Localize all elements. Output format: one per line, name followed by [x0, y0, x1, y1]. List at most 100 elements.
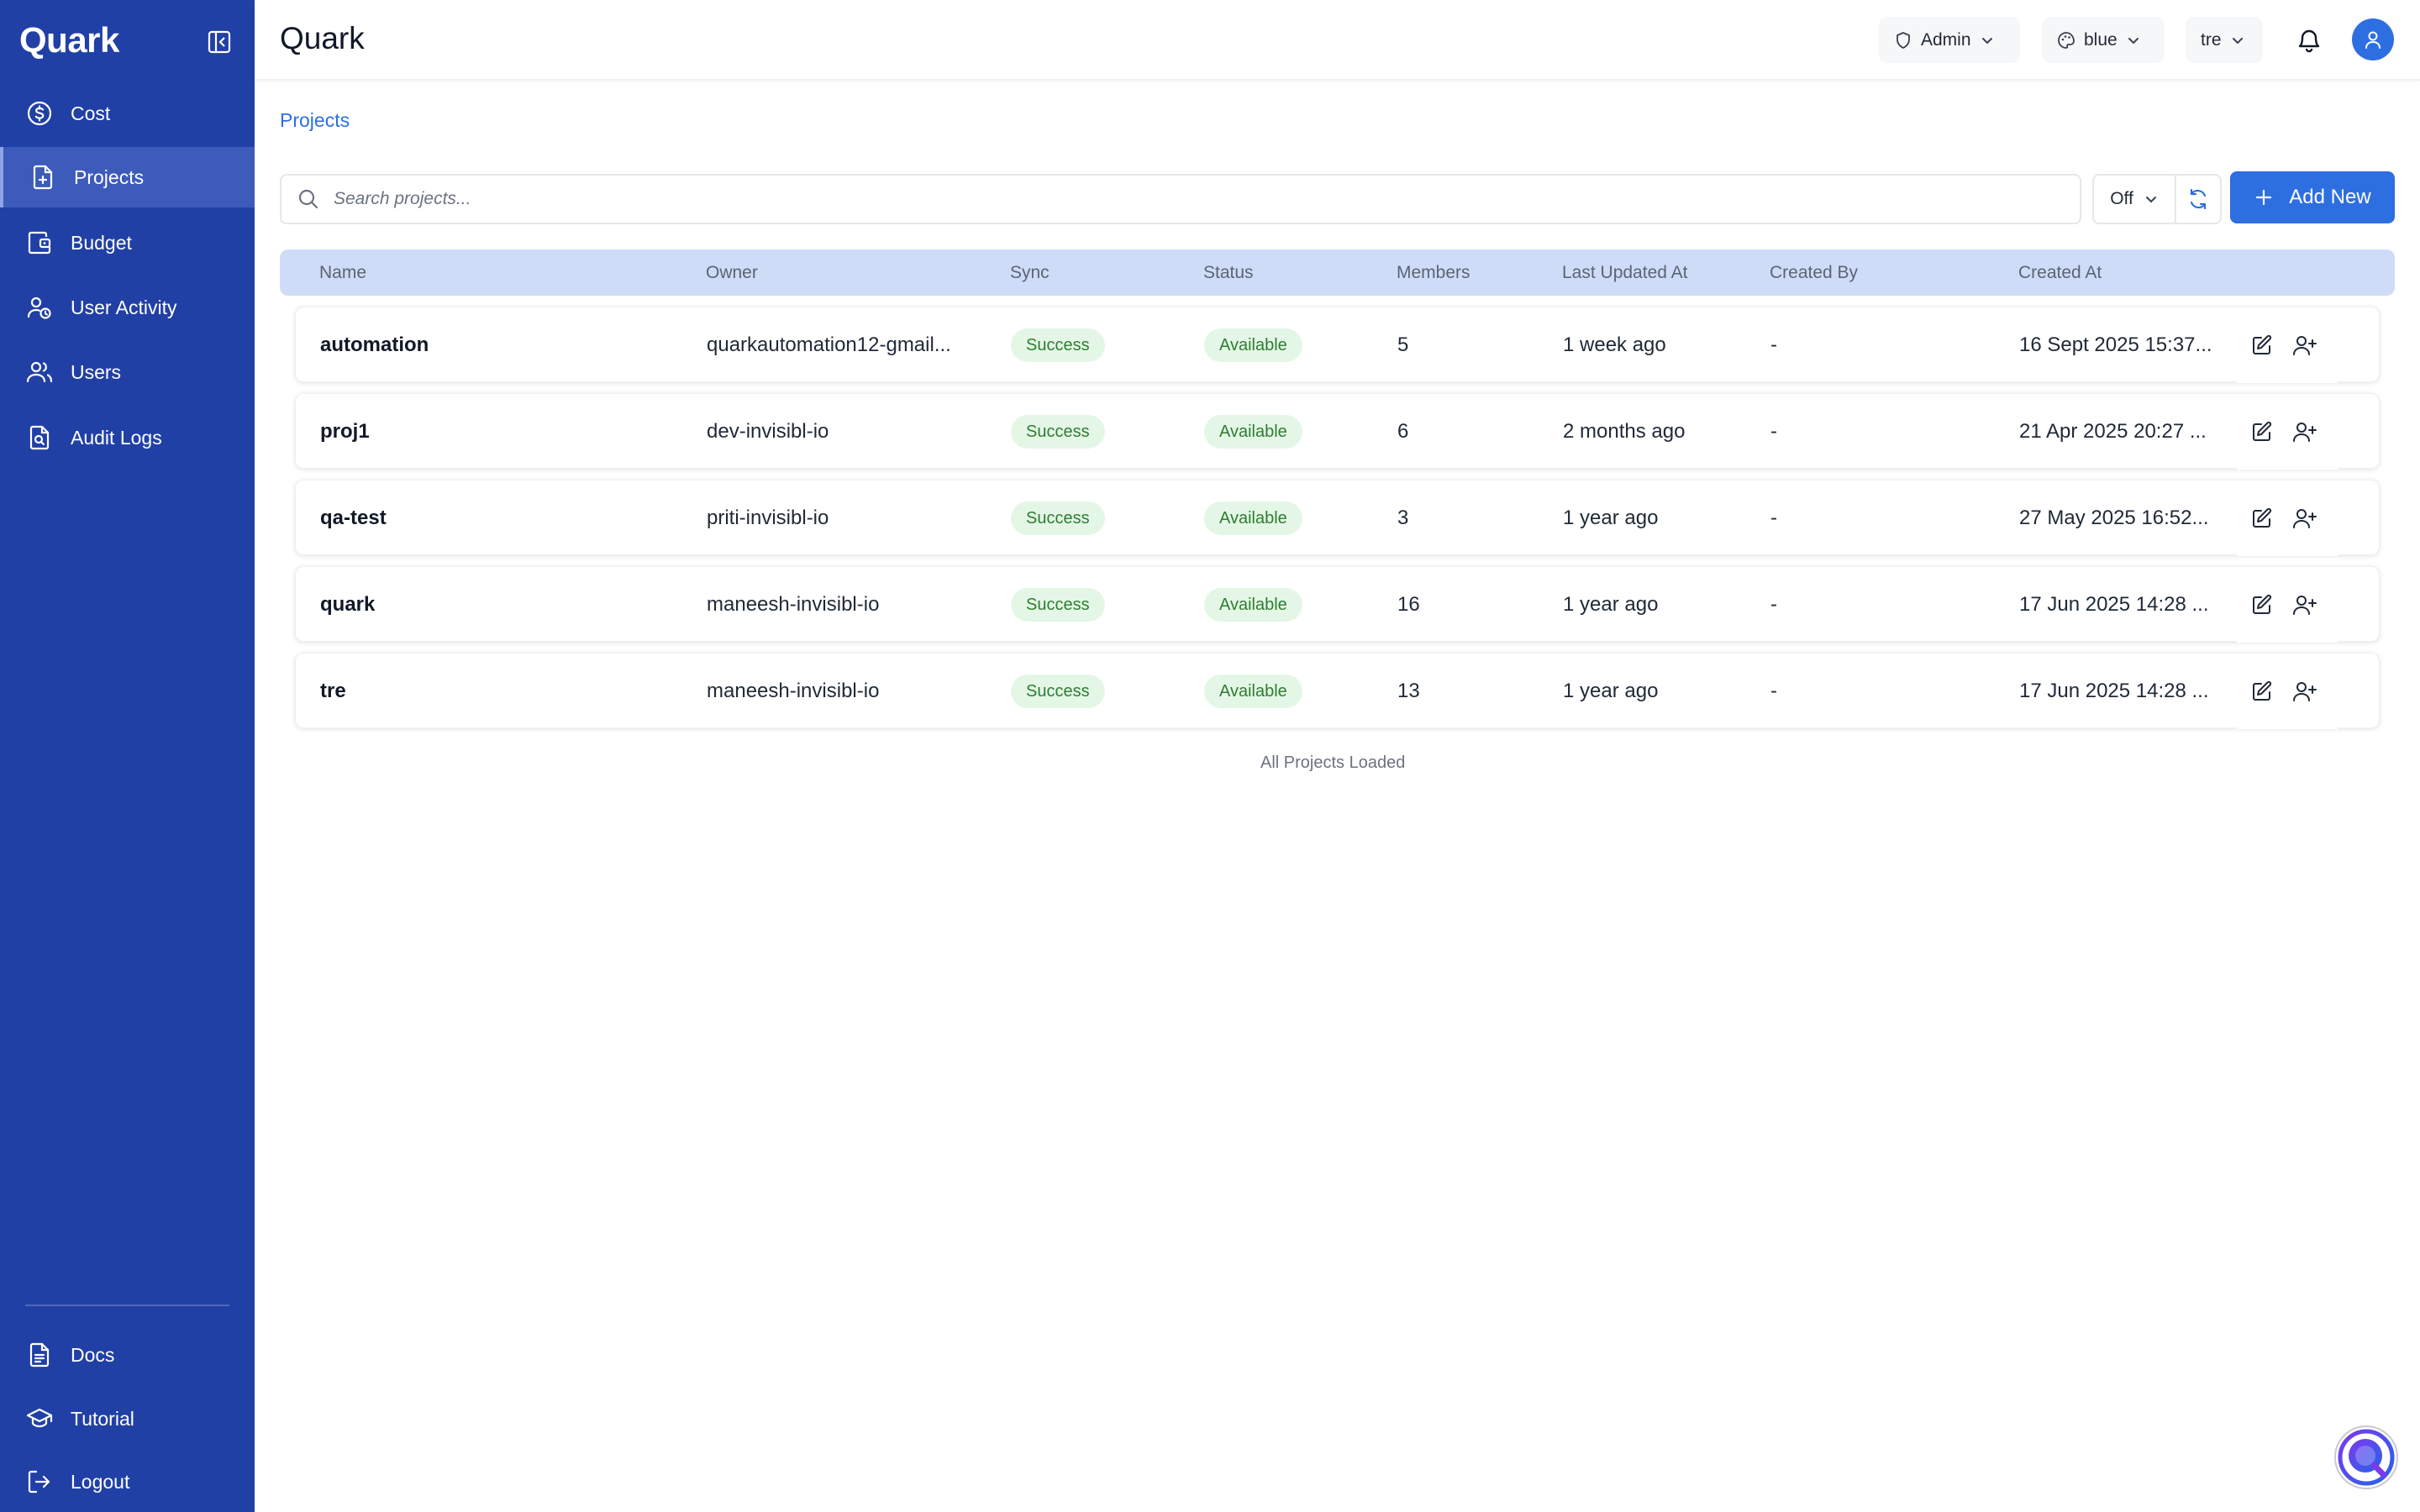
status-cell: Available	[1204, 394, 1302, 470]
sidebar-item-tutorial[interactable]: Tutorial	[0, 1389, 255, 1449]
table-row[interactable]: automation quarkautomation12-gmail... Su…	[295, 307, 2380, 383]
table-row[interactable]: qa-test priti-invisibl-io Success Availa…	[295, 480, 2380, 556]
workspace-selector[interactable]: tre	[2186, 17, 2263, 63]
sidebar-item-label: Tutorial	[71, 1407, 134, 1430]
sync-cell: Success	[1011, 394, 1105, 470]
column-header-last-updated[interactable]: Last Updated At	[1562, 263, 1687, 283]
status-badge: Available	[1204, 675, 1302, 708]
sidebar-item-logout[interactable]: Logout	[0, 1452, 255, 1512]
created-by: -	[1770, 507, 1777, 529]
add-member-icon[interactable]	[2292, 680, 2317, 703]
edit-icon[interactable]	[2250, 333, 2274, 357]
column-header-status[interactable]: Status	[1203, 263, 1254, 283]
created-by: -	[1770, 593, 1777, 616]
user-activity-icon	[25, 293, 54, 322]
brand-logo[interactable]: Quark	[19, 20, 119, 60]
add-member-icon[interactable]	[2292, 507, 2317, 530]
column-header-owner[interactable]: Owner	[706, 263, 758, 283]
chevron-down-icon	[2144, 192, 2159, 207]
sync-cell: Success	[1011, 567, 1105, 643]
breadcrumb[interactable]: Projects	[280, 109, 350, 132]
avatar[interactable]	[2352, 18, 2394, 60]
project-name[interactable]: tre	[320, 654, 346, 729]
project-name[interactable]: quark	[320, 567, 375, 643]
users-icon	[25, 358, 54, 386]
sidebar-item-label: Audit Logs	[71, 426, 162, 449]
bell-icon[interactable]	[2292, 24, 2326, 57]
sidebar-item-budget[interactable]: Budget	[0, 213, 255, 273]
created-at: 17 Jun 2025 14:28 ...	[2019, 593, 2209, 616]
add-member-icon[interactable]	[2292, 420, 2317, 444]
row-actions	[2237, 394, 2338, 470]
status-badge: Available	[1204, 328, 1302, 362]
file-search-icon	[25, 423, 54, 452]
theme-selector[interactable]: blue	[2042, 17, 2165, 63]
refresh-button[interactable]	[2175, 174, 2222, 224]
column-header-created-by[interactable]: Created By	[1770, 263, 1858, 283]
sidebar-item-cost[interactable]: Cost	[0, 83, 255, 144]
project-owner: dev-invisibl-io	[707, 420, 829, 443]
search-input[interactable]	[334, 189, 1930, 209]
page-title: Quark	[280, 21, 365, 55]
add-new-button[interactable]: Add New	[2230, 171, 2395, 223]
top-header: Quark Admin blue tre	[255, 0, 2420, 81]
sidebar-item-user-activity[interactable]: User Activity	[0, 277, 255, 338]
plus-icon	[2254, 187, 2274, 207]
sync-badge: Success	[1011, 588, 1105, 622]
sidebar-item-audit-logs[interactable]: Audit Logs	[0, 407, 255, 468]
column-header-members[interactable]: Members	[1397, 263, 1470, 283]
edit-icon[interactable]	[2250, 680, 2274, 703]
collapse-sidebar-icon[interactable]	[207, 29, 232, 55]
role-selector[interactable]: Admin	[1879, 17, 2020, 63]
row-actions	[2237, 307, 2338, 383]
edit-icon[interactable]	[2250, 593, 2274, 617]
sync-cell: Success	[1011, 307, 1105, 383]
sync-badge: Success	[1011, 415, 1105, 449]
graduation-cap-icon	[25, 1404, 54, 1433]
column-header-name[interactable]: Name	[319, 263, 366, 283]
sidebar-item-projects[interactable]: Projects	[0, 147, 255, 207]
project-name[interactable]: automation	[320, 307, 429, 383]
auto-refresh-value: Off	[2110, 189, 2133, 208]
column-header-created-at[interactable]: Created At	[2018, 263, 2102, 283]
document-icon	[25, 1341, 54, 1369]
created-at: 27 May 2025 16:52...	[2019, 507, 2209, 529]
sidebar-item-label: Cost	[71, 102, 111, 124]
created-at: 16 Sept 2025 15:37...	[2019, 333, 2212, 356]
add-member-icon[interactable]	[2292, 333, 2317, 357]
chevron-down-icon	[2230, 33, 2245, 48]
sidebar-item-docs[interactable]: Docs	[0, 1325, 255, 1385]
assistant-launcher-icon[interactable]	[2333, 1425, 2399, 1490]
wallet-icon	[25, 228, 54, 257]
project-name[interactable]: qa-test	[320, 480, 387, 556]
last-updated: 1 year ago	[1563, 680, 1659, 702]
table-row[interactable]: proj1 dev-invisibl-io Success Available …	[295, 393, 2380, 470]
sidebar-item-label: Budget	[71, 231, 132, 254]
column-header-sync[interactable]: Sync	[1010, 263, 1050, 283]
members-count: 6	[1397, 420, 1409, 443]
edit-icon[interactable]	[2250, 420, 2274, 444]
last-updated: 2 months ago	[1563, 420, 1686, 443]
project-owner: priti-invisibl-io	[707, 507, 829, 529]
edit-icon[interactable]	[2250, 507, 2274, 530]
created-by: -	[1770, 333, 1777, 356]
table-row[interactable]: quark maneesh-invisibl-io Success Availa…	[295, 566, 2380, 643]
refresh-icon	[2186, 187, 2210, 211]
add-member-icon[interactable]	[2292, 593, 2317, 617]
table-row[interactable]: tre maneesh-invisibl-io Success Availabl…	[295, 653, 2380, 729]
created-at: 21 Apr 2025 20:27 ...	[2019, 420, 2207, 443]
auto-refresh-select[interactable]: Off	[2092, 174, 2176, 224]
shield-icon	[1894, 31, 1912, 50]
sidebar-item-label: Docs	[71, 1343, 115, 1366]
last-updated: 1 week ago	[1563, 333, 1666, 356]
sidebar-item-users[interactable]: Users	[0, 342, 255, 402]
project-owner: maneesh-invisibl-io	[707, 593, 880, 616]
dollar-circle-icon	[25, 99, 54, 128]
project-name[interactable]: proj1	[320, 394, 370, 470]
status-cell: Available	[1204, 480, 1302, 556]
table-footer-status: All Projects Loaded	[1260, 753, 1406, 772]
sidebar-item-label: User Activity	[71, 296, 177, 318]
last-updated: 1 year ago	[1563, 507, 1659, 529]
row-actions	[2237, 480, 2338, 556]
chevron-down-icon	[1980, 33, 1995, 48]
